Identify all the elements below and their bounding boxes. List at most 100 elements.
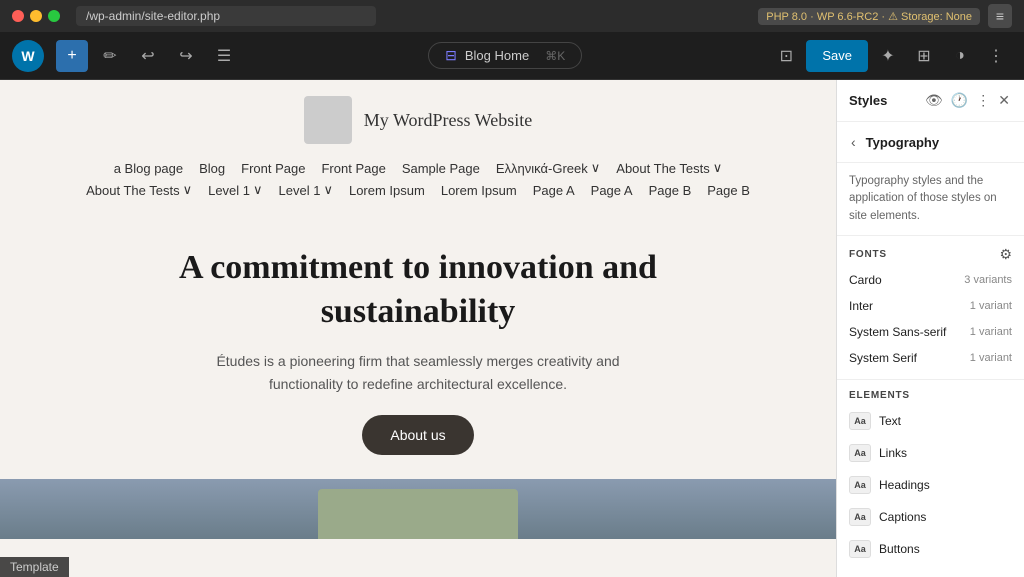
- site-header: My WordPress Website a Blog page Blog Fr…: [0, 80, 836, 214]
- list-view-button[interactable]: ☰: [208, 40, 240, 72]
- element-buttons[interactable]: Aa Buttons: [837, 533, 1024, 565]
- save-button[interactable]: Save: [806, 40, 868, 72]
- manage-fonts-button[interactable]: ⚙: [999, 246, 1012, 263]
- nav-item-pagea1[interactable]: Page A: [533, 183, 575, 198]
- more-options-button[interactable]: ⋮: [974, 90, 992, 111]
- hero-title: A commitment to innovation and sustainab…: [80, 246, 756, 334]
- more-button[interactable]: ⋮: [980, 40, 1012, 72]
- sidebar-title: Styles: [849, 93, 887, 108]
- edit-button[interactable]: ✏: [94, 40, 126, 72]
- blog-home-label: Blog Home: [465, 48, 529, 63]
- right-tools: ⊡ Save ✦ ⊞ ◑ ⋮: [770, 40, 1012, 72]
- canvas: My WordPress Website a Blog page Blog Fr…: [0, 80, 836, 577]
- nav-item-pageb1[interactable]: Page B: [649, 183, 692, 198]
- nav-item-level1-1[interactable]: Level 1 ∨: [208, 182, 262, 198]
- font-item-system-sans[interactable]: System Sans-serif 1 variant: [837, 319, 1024, 345]
- nav-row-1: a Blog page Blog Front Page Front Page S…: [114, 160, 723, 176]
- preview-button[interactable]: ⊡: [770, 40, 802, 72]
- typography-description: Typography styles and the application of…: [837, 163, 1024, 236]
- element-label-captions: Captions: [879, 510, 926, 524]
- url-bar[interactable]: /wp-admin/site-editor.php: [76, 6, 376, 26]
- font-variants-cardo: 3 variants: [964, 274, 1012, 286]
- element-icon-headings: Aa: [849, 476, 871, 494]
- title-bar: /wp-admin/site-editor.php PHP 8.0 · WP 6…: [0, 0, 1024, 32]
- elements-section: ELEMENTS Aa Text Aa Links Aa Headings Aa…: [837, 379, 1024, 565]
- site-logo-area: My WordPress Website: [304, 96, 532, 144]
- font-name-system-sans: System Sans-serif: [849, 325, 946, 339]
- nav-item-pageb2[interactable]: Page B: [707, 183, 750, 198]
- nav-item-about-tests-2[interactable]: About The Tests ∨: [86, 182, 192, 198]
- menu-button[interactable]: ≡: [988, 4, 1012, 28]
- nav-item-sample-page[interactable]: Sample Page: [402, 161, 480, 176]
- nav-item-greek[interactable]: Ελληνικά-Greek ∨: [496, 160, 600, 176]
- element-label-text: Text: [879, 414, 901, 428]
- element-text[interactable]: Aa Text: [837, 405, 1024, 437]
- website-content: My WordPress Website a Blog page Blog Fr…: [0, 80, 836, 577]
- nav-item-front-page-1[interactable]: Front Page: [241, 161, 305, 176]
- hero-about-button[interactable]: About us: [362, 415, 473, 455]
- nav-item-pagea2[interactable]: Page A: [591, 183, 633, 198]
- element-links[interactable]: Aa Links: [837, 437, 1024, 469]
- site-title: My WordPress Website: [364, 110, 532, 131]
- redo-button[interactable]: ↪: [170, 40, 202, 72]
- maximize-light[interactable]: [48, 10, 60, 22]
- center-area: ⊟ Blog Home ⌘K: [246, 42, 764, 69]
- font-list: Cardo 3 variants Inter 1 variant System …: [837, 267, 1024, 379]
- close-sidebar-button[interactable]: ✕: [996, 90, 1012, 111]
- nav-item-lorem2[interactable]: Lorem Ipsum: [441, 183, 517, 198]
- element-label-headings: Headings: [879, 478, 930, 492]
- nav-item-blog-page[interactable]: a Blog page: [114, 161, 183, 176]
- toolbar: W + ✏ ↩ ↪ ☰ ⊟ Blog Home ⌘K ⊡ Save ✦ ⊞ ◑ …: [0, 32, 1024, 80]
- elements-section-label: ELEMENTS: [837, 380, 1024, 405]
- add-block-button[interactable]: +: [56, 40, 88, 72]
- undo-button[interactable]: ↩: [132, 40, 164, 72]
- font-item-system-serif[interactable]: System Serif 1 variant: [837, 345, 1024, 371]
- font-item-cardo[interactable]: Cardo 3 variants: [837, 267, 1024, 293]
- minimize-light[interactable]: [30, 10, 42, 22]
- history-icon-button[interactable]: 🕐: [949, 90, 970, 111]
- element-captions[interactable]: Aa Captions: [837, 501, 1024, 533]
- shortcut-hint: ⌘K: [545, 49, 565, 63]
- nav-item-level1-2[interactable]: Level 1 ∨: [279, 182, 333, 198]
- nav-item-front-page-2[interactable]: Front Page: [321, 161, 385, 176]
- blog-home-icon: ⊟: [445, 47, 457, 64]
- template-label: Template: [0, 557, 69, 577]
- font-name-cardo: Cardo: [849, 273, 882, 287]
- element-icon-captions: Aa: [849, 508, 871, 526]
- theme-button[interactable]: ◑: [944, 40, 976, 72]
- font-variants-inter: 1 variant: [970, 300, 1012, 312]
- element-headings[interactable]: Aa Headings: [837, 469, 1024, 501]
- back-button[interactable]: ‹: [849, 132, 858, 152]
- nav-item-about-tests-1[interactable]: About The Tests ∨: [616, 160, 722, 176]
- nav-row-2: About The Tests ∨ Level 1 ∨ Level 1 ∨ Lo…: [86, 182, 750, 198]
- hero-subtitle: Études is a pioneering firm that seamles…: [208, 350, 628, 395]
- blog-home-pill[interactable]: ⊟ Blog Home ⌘K: [428, 42, 582, 69]
- sidebar-icons: 👁 🕐 ⋮ ✕: [923, 90, 1012, 111]
- sidebar-panel: Styles 👁 🕐 ⋮ ✕ ‹ Typography Typography s…: [836, 80, 1024, 577]
- view-icon-button[interactable]: 👁: [923, 90, 945, 111]
- element-label-buttons: Buttons: [879, 542, 920, 556]
- layout-button[interactable]: ⊞: [908, 40, 940, 72]
- fonts-section-label: FONTS ⚙: [837, 236, 1024, 267]
- main-layout: My WordPress Website a Blog page Blog Fr…: [0, 80, 1024, 577]
- wp-logo[interactable]: W: [12, 40, 44, 72]
- font-variants-system-sans: 1 variant: [970, 326, 1012, 338]
- font-variants-system-serif: 1 variant: [970, 352, 1012, 364]
- element-icon-text: Aa: [849, 412, 871, 430]
- nav-item-blog[interactable]: Blog: [199, 161, 225, 176]
- font-name-inter: Inter: [849, 299, 873, 313]
- close-light[interactable]: [12, 10, 24, 22]
- element-icon-buttons: Aa: [849, 540, 871, 558]
- typography-title: Typography: [866, 135, 939, 150]
- hero-image: [0, 479, 836, 539]
- element-icon-links: Aa: [849, 444, 871, 462]
- font-item-inter[interactable]: Inter 1 variant: [837, 293, 1024, 319]
- typography-header: ‹ Typography: [837, 122, 1024, 163]
- styles-button[interactable]: ✦: [872, 40, 904, 72]
- element-label-links: Links: [879, 446, 907, 460]
- php-badge: PHP 8.0 · WP 6.6-RC2 · ⚠ Storage: None: [758, 8, 980, 25]
- nav-item-lorem1[interactable]: Lorem Ipsum: [349, 183, 425, 198]
- sidebar-header: Styles 👁 🕐 ⋮ ✕: [837, 80, 1024, 122]
- font-name-system-serif: System Serif: [849, 351, 917, 365]
- traffic-lights: [12, 10, 60, 22]
